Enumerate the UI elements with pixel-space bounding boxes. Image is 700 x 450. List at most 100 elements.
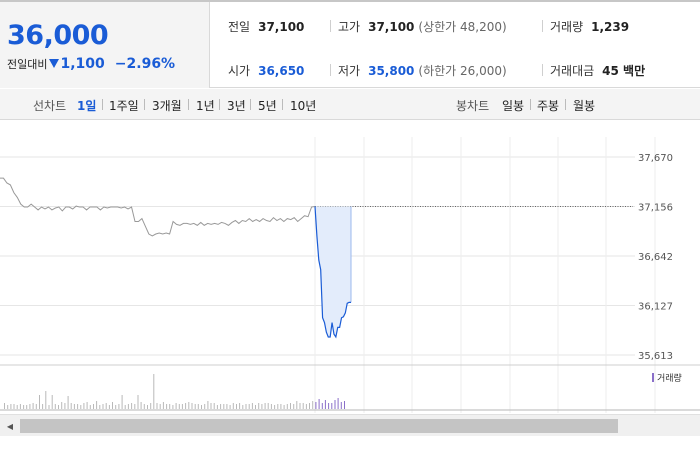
volume-bar — [54, 404, 56, 409]
volume-bar — [96, 401, 98, 409]
volume-bar — [258, 403, 260, 409]
divider — [542, 64, 543, 76]
volume-bar — [201, 405, 202, 409]
y-tick-label: 36,642 — [638, 252, 673, 263]
divider — [144, 99, 145, 110]
volume-bar — [89, 405, 91, 409]
volume-bar — [16, 405, 18, 409]
tab-3-months[interactable]: 3개월 — [152, 97, 182, 114]
candle-chart-label: 봉차트 — [456, 99, 490, 113]
volume-bar — [318, 399, 320, 409]
volume-bar — [251, 403, 253, 409]
volume-bar — [210, 403, 212, 409]
volume-bar — [220, 404, 222, 409]
volume-bar — [35, 404, 37, 409]
volume-bar — [83, 403, 85, 409]
volume-bar — [264, 403, 266, 409]
volume-bar — [261, 404, 263, 409]
intraday-price-chart: 37,670 37,156 36,642 36,127 35,613 — [0, 137, 700, 413]
tab-3-years[interactable]: 3년 — [227, 97, 246, 114]
volume-bar — [207, 401, 209, 409]
volume-bar — [77, 404, 79, 409]
volume-bar — [331, 403, 333, 409]
volume-bar — [277, 404, 279, 409]
divider — [530, 99, 531, 110]
volume-bar — [108, 405, 110, 409]
tab-weekly-candle[interactable]: 주봉 — [537, 97, 559, 114]
volume-bar — [58, 405, 59, 409]
volume-bar — [181, 404, 183, 409]
volume-bar — [245, 404, 247, 409]
y-tick-label: 35,613 — [638, 351, 673, 362]
scrollbar-thumb[interactable] — [20, 419, 618, 433]
volume-bar — [283, 405, 285, 409]
divider — [542, 20, 543, 32]
volume-bar — [242, 405, 244, 409]
volume-bar — [280, 404, 282, 409]
volume-bar — [105, 403, 107, 409]
chart-scrollbar[interactable]: ◀ — [0, 414, 700, 436]
volume-bar — [26, 405, 28, 409]
volume-bar — [296, 401, 298, 409]
volume-bar — [121, 395, 123, 409]
volume-bar — [340, 402, 342, 409]
scroll-left-arrow-icon[interactable]: ◀ — [4, 420, 16, 432]
volume-bar — [226, 404, 228, 409]
divider — [188, 99, 189, 110]
volume-bar — [270, 404, 272, 409]
stat-prev-close: 전일 37,100 — [228, 20, 305, 34]
volume-bar — [61, 402, 63, 409]
stat-open: 시가 36,650 — [228, 64, 305, 78]
volume-bar — [286, 404, 288, 409]
volume-bar — [293, 404, 295, 409]
volume-bar — [147, 405, 148, 409]
volume-legend: 거래량 — [652, 371, 682, 384]
volume-bar — [39, 395, 40, 409]
price-change: 전일대비 1,100 −2.96% — [7, 56, 175, 72]
volume-bar — [102, 404, 104, 409]
chart-period-tabs: 선차트 1일 1주일 3개월 1년 3년 5년 10년 봉차트 일봉 주봉 월봉 — [0, 89, 700, 120]
volume-bar — [312, 401, 314, 409]
volume-bar — [334, 400, 336, 409]
divider — [330, 64, 331, 76]
volume-bar — [204, 404, 206, 409]
volume-bar — [166, 404, 168, 409]
volume-bar — [255, 405, 256, 409]
change-value: 1,100 — [60, 56, 105, 72]
current-price: 36,000 — [7, 20, 109, 51]
volume-bar — [70, 403, 72, 409]
volume-bar — [13, 404, 15, 409]
volume-bar — [213, 403, 215, 409]
volume-bar — [185, 403, 187, 409]
volume-bar — [118, 404, 120, 409]
volume-bars — [4, 374, 345, 409]
tab-10-years[interactable]: 10년 — [290, 97, 316, 114]
tab-daily-candle[interactable]: 일봉 — [502, 97, 524, 114]
volume-bar — [162, 402, 164, 409]
divider — [282, 99, 283, 110]
change-label: 전일대비 — [7, 58, 48, 71]
stat-volume: 거래량 1,239 — [550, 20, 630, 34]
volume-bar — [80, 405, 82, 409]
volume-bar — [188, 402, 190, 409]
tab-1-year[interactable]: 1년 — [196, 97, 215, 114]
volume-bar — [229, 405, 231, 409]
tab-1-day[interactable]: 1일 — [77, 97, 96, 114]
tab-1-week[interactable]: 1주일 — [109, 97, 139, 114]
volume-bar — [137, 395, 139, 409]
volume-bar — [73, 404, 75, 409]
y-tick-label: 37,156 — [638, 203, 673, 214]
divider — [330, 20, 331, 32]
current-price-box: 36,000 전일대비 1,100 −2.96% — [0, 2, 210, 88]
volume-bar — [134, 404, 136, 409]
tab-5-years[interactable]: 5년 — [258, 97, 277, 114]
volume-bar — [267, 403, 269, 409]
y-tick-label: 37,670 — [638, 153, 673, 164]
volume-bar — [131, 403, 133, 409]
volume-swatch-icon — [652, 373, 654, 382]
volume-bar — [153, 374, 155, 409]
volume-bar — [48, 405, 50, 409]
volume-bar — [344, 401, 345, 409]
tab-monthly-candle[interactable]: 월봉 — [573, 97, 595, 114]
volume-bar — [337, 398, 339, 409]
